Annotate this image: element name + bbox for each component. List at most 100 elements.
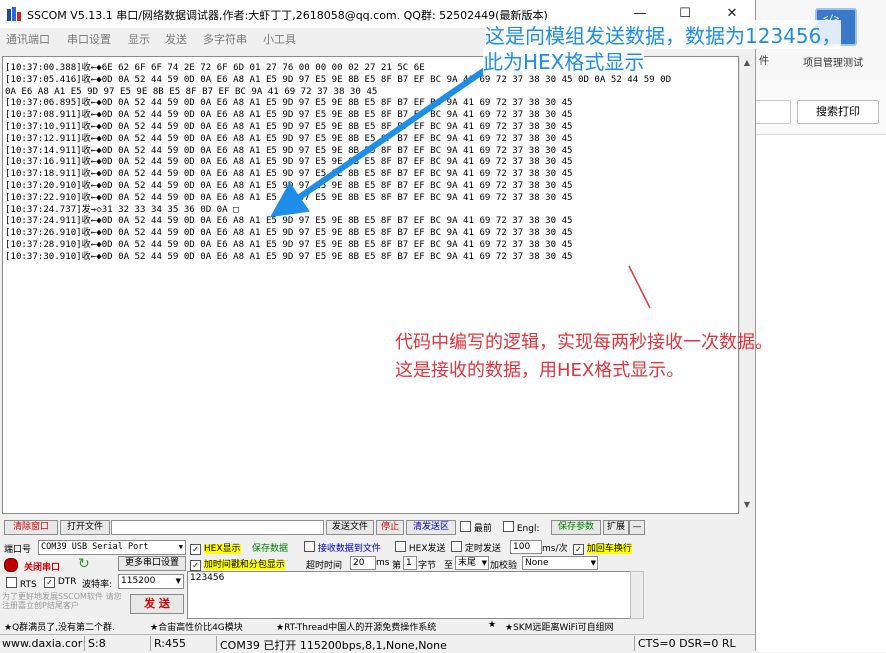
stop-button[interactable]: 停止 — [376, 520, 404, 535]
port-select-value: COM39 USB Serial Port — [41, 542, 149, 552]
send-button[interactable]: 发 送 — [130, 594, 184, 614]
menu-tools[interactable]: 小工具 — [263, 31, 296, 47]
status-separator — [216, 636, 217, 651]
menu-comm-port[interactable]: 通讯端口 — [6, 31, 50, 47]
receive-scrollbar[interactable]: ▲ ▼ — [739, 56, 754, 514]
app-icon — [7, 7, 21, 21]
window-title: SSCOM V5.13.1 串口/网络数据调试器,作者:大虾丁丁,2618058… — [27, 9, 548, 22]
receive-line: [10:37:08.911]收←◆0D 0A 52 44 59 0D 0A E6… — [5, 110, 573, 121]
checkbox-checked-icon: ✓ — [190, 560, 201, 571]
receive-line: [10:37:28.910]收←◆0D 0A 52 44 59 0D 0A E6… — [5, 239, 573, 250]
timestamp-label: 加时间戳和分包显示 — [203, 560, 285, 570]
scroll-down-icon[interactable]: ▼ — [742, 500, 752, 509]
baud-label: 波特率: — [82, 580, 113, 590]
file-path-field[interactable] — [111, 520, 324, 535]
byte-index-input[interactable]: 1 — [403, 556, 417, 570]
port-select[interactable]: COM39 USB Serial Port ▼ — [38, 540, 186, 555]
dtr-checkbox[interactable]: ✓ DTR — [44, 577, 77, 588]
hex-send-label: HEX发送 — [408, 544, 446, 554]
partial-label: 件 — [759, 56, 769, 67]
timed-send-checkbox[interactable]: 定时发送 — [451, 541, 501, 554]
byte-index-unit: 字节 — [418, 561, 437, 571]
promo-text: 为了更好地发展SSCOM软件 请您注册嘉立创P结尾客户 — [2, 592, 122, 610]
receive-line: [10:37:24.737]发→◇31 32 33 34 35 36 0D 0A… — [5, 204, 239, 215]
recv-to-file-checkbox[interactable]: 接收数据到文件 — [304, 541, 381, 554]
to-label: 至 — [444, 561, 454, 571]
expand-button[interactable]: 扩展 — [603, 520, 629, 535]
port-status-indicator-icon — [4, 558, 18, 572]
checkbox-icon — [503, 521, 514, 532]
baud-select[interactable]: 115200 ▼ — [118, 574, 184, 589]
status-separator — [634, 636, 635, 651]
checkbox-icon — [6, 577, 17, 588]
save-params-button[interactable]: 保存参数 — [551, 520, 601, 535]
send-scrollbar[interactable] — [630, 571, 644, 619]
status-separator — [84, 636, 85, 651]
clear-window-button[interactable]: 清除窗口 — [4, 520, 58, 535]
rts-label: RTS — [19, 580, 37, 590]
recv-to-file-label: 接收数据到文件 — [317, 544, 381, 554]
receive-line: [10:37:14.911]收←◆0D 0A 52 44 59 0D 0A E6… — [5, 145, 573, 156]
status-separator — [150, 636, 151, 651]
checkbox-icon — [395, 541, 406, 552]
save-data-button[interactable]: 保存数据 — [252, 541, 288, 554]
hex-send-checkbox[interactable]: HEX发送 — [395, 541, 446, 554]
ticker-item-5: ★SKM远距离WiFi可自组网 — [505, 623, 614, 633]
byte-index-prefix: 第 — [392, 561, 402, 571]
close-port-button[interactable]: 关闭串口 — [24, 560, 60, 573]
menu-multi-string[interactable]: 多字符串 — [203, 31, 247, 47]
ticker-item-4: ★ — [488, 620, 497, 630]
checkbox-icon — [451, 541, 462, 552]
receive-line: [10:37:26.910]收←◆0D 0A 52 44 59 0D 0A E6… — [5, 228, 573, 239]
refresh-icon[interactable]: ↻ — [78, 557, 92, 571]
annotation-receive-line-1: 代码中编写的逻辑，实现每两秒接收一次数据。 — [395, 332, 773, 353]
chevron-down-icon: ▼ — [590, 559, 596, 567]
collapse-button[interactable]: — — [629, 520, 645, 535]
add-crlf-checkbox[interactable]: ✓ 加回车换行 — [573, 541, 632, 555]
more-port-settings-button[interactable]: 更多串口设置 — [118, 556, 186, 571]
checkbox-checked-icon: ✓ — [44, 577, 55, 588]
topmost-label: 最前 — [473, 524, 492, 534]
status-received-count: R:455 — [154, 637, 187, 650]
annotation-receive-line-2: 这是接收的数据，用HEX格式显示。 — [395, 360, 685, 381]
english-checkbox[interactable]: Engl: — [503, 521, 540, 534]
checkbox-icon — [304, 541, 315, 552]
hex-display-label: HEX显示 — [203, 544, 241, 554]
scroll-up-icon[interactable]: ▲ — [742, 58, 752, 67]
receive-line: [10:37:12.911]收←◆0D 0A 52 44 59 0D 0A E6… — [5, 133, 573, 144]
receive-line: 0A E6 A8 A1 E5 9D 97 E5 9E 8B E5 8F B7 E… — [5, 86, 378, 97]
search-print-button[interactable]: 搜索打印 — [797, 100, 879, 124]
chevron-down-icon: ▼ — [481, 559, 487, 567]
checkbox-checked-icon: ✓ — [573, 544, 584, 555]
status-site-link[interactable]: www.daxia.cor — [2, 637, 82, 650]
dtr-label: DTR — [57, 577, 77, 587]
clear-send-area-button[interactable]: 清发送区 — [406, 520, 456, 535]
menu-serial-settings[interactable]: 串口设置 — [67, 31, 111, 47]
chevron-down-icon: ▼ — [178, 543, 183, 551]
annotation-send-line-1: 这是向模组发送数据，数据为123456， — [485, 20, 842, 49]
rts-checkbox[interactable]: RTS — [6, 577, 37, 590]
add-crlf-label: 加回车换行 — [586, 544, 632, 554]
timeout-label: 超时时间 — [306, 561, 343, 571]
project-manage-label[interactable]: 项目管理测试 — [803, 54, 863, 69]
annotation-send-line-2: 此为HEX格式显示 — [483, 46, 645, 75]
timed-send-label: 定时发送 — [464, 544, 501, 554]
status-bar: www.daxia.cor S:8 R:455 COM39 已打开 115200… — [0, 634, 755, 652]
send-input[interactable]: 123456 — [187, 571, 633, 619]
menu-display[interactable]: 显示 — [128, 31, 150, 47]
ticker-item-1: ★Q群满员了,没有第二个群. — [4, 623, 115, 633]
hex-display-checkbox[interactable]: ✓ HEX显示 — [190, 541, 241, 555]
timestamp-checkbox[interactable]: ✓ 加时间戳和分包显示 — [190, 557, 285, 571]
search-field[interactable] — [755, 100, 791, 124]
checksum-select[interactable]: None ▼ — [522, 556, 598, 570]
open-file-button[interactable]: 打开文件 — [60, 520, 110, 535]
tail-select[interactable]: 末尾 ▼ — [455, 556, 489, 570]
timeout-input[interactable]: 20 — [350, 556, 376, 570]
period-input[interactable]: 100 — [510, 540, 542, 554]
tail-select-value: 末尾 — [458, 558, 477, 568]
send-file-button[interactable]: 发送文件 — [326, 520, 374, 535]
receive-area[interactable]: [10:37:00.388]收←◆6E 62 6F 6F 74 2E 72 6F… — [2, 56, 739, 514]
menu-send[interactable]: 发送 — [165, 31, 187, 47]
topmost-checkbox[interactable]: 最前 — [460, 521, 492, 534]
checkbox-checked-icon: ✓ — [190, 544, 201, 555]
